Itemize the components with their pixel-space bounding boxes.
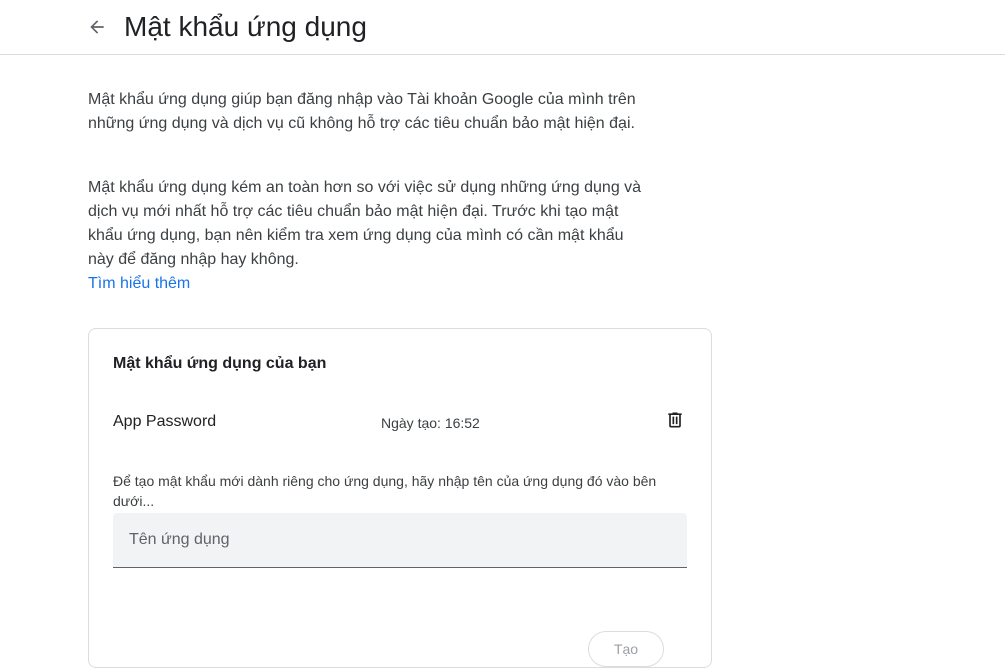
back-button[interactable] (84, 14, 110, 40)
delete-password-button[interactable] (661, 406, 689, 434)
page-title: Mật khẩu ứng dụng (124, 11, 367, 42)
app-passwords-card: Mật khẩu ứng dụng của bạn App Password N… (88, 328, 712, 668)
create-instructions: Để tạo mật khẩu mới dành riêng cho ứng d… (113, 473, 657, 509)
password-name: App Password (113, 413, 217, 430)
page-header: Mật khẩu ứng dụng (0, 0, 1005, 55)
intro-paragraph-1: Mật khẩu ứng dụng giúp bạn đăng nhập vào… (88, 91, 636, 132)
learn-more-link[interactable]: Tìm hiểu thêm (88, 272, 190, 296)
card-title: Mật khẩu ứng dụng của bạn (113, 355, 327, 372)
create-button[interactable]: Tạo (588, 631, 664, 667)
password-created-date: Ngày tạo: 16:52 (381, 415, 480, 431)
arrow-back-icon (90, 20, 104, 34)
trash-icon (668, 412, 682, 428)
intro-paragraph-2: Mật khẩu ứng dụng kém an toàn hơn so với… (88, 179, 642, 268)
app-name-input[interactable] (113, 513, 687, 568)
